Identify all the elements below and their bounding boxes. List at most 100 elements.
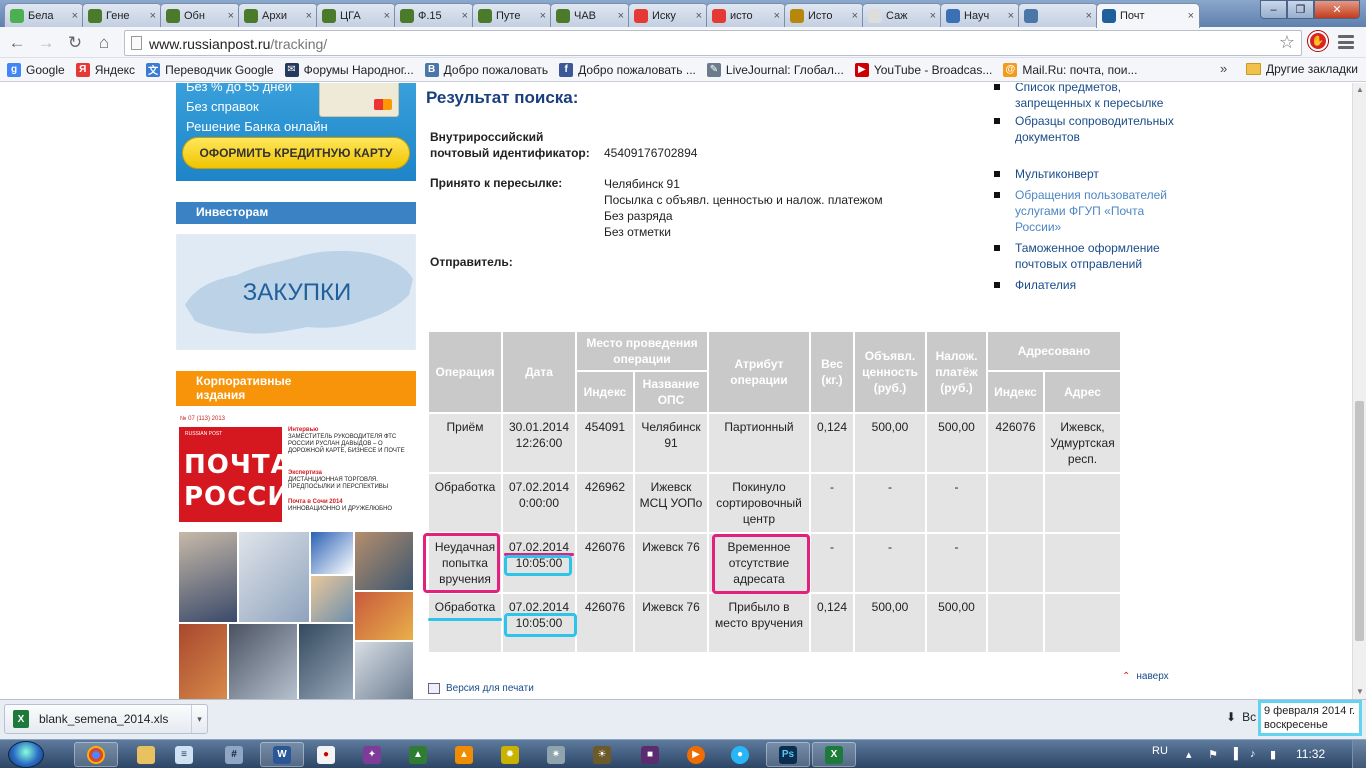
- apply-credit-card-button[interactable]: ОФОРМИТЬ КРЕДИТНУЮ КАРТУ: [182, 137, 410, 169]
- taskbar-excel[interactable]: X: [812, 742, 856, 767]
- back-to-top-link[interactable]: ⌃ наверх: [1122, 671, 1175, 682]
- print-version-link[interactable]: Версия для печати: [428, 683, 534, 694]
- taskbar-calculator[interactable]: #: [212, 742, 256, 767]
- magazine-cover[interactable]: № 07 (113) 2013 RUSSIAN POST ПОЧТА РОССИ…: [176, 413, 416, 699]
- link-multienvelope[interactable]: Мультиконверт: [990, 166, 1180, 182]
- network-icon[interactable]: ▐: [1230, 748, 1238, 760]
- start-button[interactable]: [8, 741, 44, 768]
- bookmark-item[interactable]: B Добро пожаловать: [424, 62, 548, 77]
- link-user-appeals[interactable]: Обращения пользователей услугами ФГУП «П…: [990, 187, 1180, 235]
- link-philately[interactable]: Филателия: [990, 277, 1180, 293]
- address-bar[interactable]: www.russianpost.ru/tracking/ ☆: [124, 30, 1302, 56]
- bookmark-star-icon[interactable]: ☆: [1279, 32, 1295, 53]
- download-item[interactable]: X blank_semena_2014.xls ▾: [4, 704, 208, 734]
- taskbar-chrome[interactable]: [74, 742, 118, 767]
- input-language[interactable]: RU: [1152, 745, 1168, 757]
- bookmark-item[interactable]: Я Яндекс: [75, 62, 135, 77]
- browser-tab[interactable]: Науч ×: [940, 3, 1020, 27]
- browser-tab[interactable]: Бела ×: [4, 3, 84, 27]
- tab-close-icon[interactable]: ×: [462, 10, 468, 22]
- bookmark-item[interactable]: 文 Переводчик Google: [146, 62, 274, 77]
- bookmark-item[interactable]: f Добро пожаловать ...: [559, 62, 696, 77]
- show-desktop-button[interactable]: [1352, 740, 1366, 768]
- taskbar-app-dark[interactable]: ■: [628, 742, 672, 767]
- tab-close-icon[interactable]: ×: [72, 10, 78, 22]
- bookmark-item[interactable]: ✉ Форумы Народног...: [284, 62, 414, 77]
- taskbar-app-yellow[interactable]: ✹: [488, 742, 532, 767]
- browser-tab[interactable]: ×: [1018, 3, 1098, 27]
- tab-close-icon[interactable]: ×: [852, 10, 858, 22]
- browser-tab[interactable]: Исто ×: [784, 3, 864, 27]
- taskbar-app-green[interactable]: ▲: [396, 742, 440, 767]
- taskbar-vlc[interactable]: ▲: [442, 742, 486, 767]
- bookmark-item[interactable]: ▶ YouTube - Broadcas...: [854, 62, 992, 77]
- browser-tab[interactable]: Иску ×: [628, 3, 708, 27]
- scroll-down-icon[interactable]: ▼: [1356, 687, 1364, 696]
- scroll-up-icon[interactable]: ▲: [1356, 85, 1364, 94]
- bookmark-item[interactable]: ✎ LiveJournal: Глобал...: [706, 62, 844, 77]
- investors-link[interactable]: Инвесторам: [176, 202, 416, 224]
- procurement-banner[interactable]: ЗАКУПКИ: [176, 234, 416, 350]
- other-bookmarks-folder[interactable]: Другие закладки: [1246, 62, 1358, 76]
- taskbar-word[interactable]: W: [260, 742, 304, 767]
- adblock-extension-icon[interactable]: ✋: [1308, 31, 1328, 51]
- taskbar-notepad[interactable]: ≡: [162, 742, 206, 767]
- tray-arrow-icon[interactable]: ▴: [1186, 748, 1192, 761]
- browser-tab[interactable]: Гене ×: [82, 3, 162, 27]
- browser-tab[interactable]: исто ×: [706, 3, 786, 27]
- bookmark-item[interactable]: @ Mail.Ru: почта, пои...: [1003, 62, 1137, 77]
- taskbar-app-bug[interactable]: ☀: [580, 742, 624, 767]
- taskbar-app-gray[interactable]: ✷: [534, 742, 578, 767]
- bookmark-item[interactable]: g Google: [7, 62, 65, 77]
- volume-icon[interactable]: ♪: [1250, 748, 1256, 760]
- tab-close-icon[interactable]: ×: [774, 10, 780, 22]
- tab-favicon-icon: [88, 8, 102, 23]
- forward-arrow-icon[interactable]: →: [35, 32, 57, 54]
- tray-flag-icon[interactable]: ⚑: [1208, 748, 1218, 761]
- vertical-scrollbar[interactable]: ▲ ▼: [1352, 83, 1366, 699]
- url-text[interactable]: www.russianpost.ru/tracking/: [149, 36, 327, 52]
- browser-tab[interactable]: Ф.15 ×: [394, 3, 474, 27]
- tab-close-icon[interactable]: ×: [930, 10, 936, 22]
- tab-close-icon[interactable]: ×: [696, 10, 702, 22]
- tab-close-icon[interactable]: ×: [540, 10, 546, 22]
- tab-close-icon[interactable]: ×: [306, 10, 312, 22]
- tab-close-icon[interactable]: ×: [384, 10, 390, 22]
- battery-icon[interactable]: ▮: [1270, 748, 1276, 761]
- close-window-button[interactable]: ✕: [1314, 0, 1360, 19]
- taskbar-app-blue[interactable]: ●: [718, 742, 762, 767]
- tab-close-icon[interactable]: ×: [1188, 10, 1194, 22]
- browser-tab[interactable]: ЧАВ ×: [550, 3, 630, 27]
- minimize-button[interactable]: –: [1260, 0, 1287, 19]
- reload-icon[interactable]: ↻: [64, 32, 86, 54]
- home-icon[interactable]: ⌂: [93, 32, 115, 54]
- credit-card-banner[interactable]: Без % до 55 дней Без справок Решение Бан…: [176, 83, 416, 181]
- taskbar-app-purple[interactable]: ✦: [350, 742, 394, 767]
- link-document-samples[interactable]: Образцы сопроводительных документов: [990, 113, 1180, 145]
- tab-close-icon[interactable]: ×: [228, 10, 234, 22]
- taskbar-app-red[interactable]: ●: [304, 742, 348, 767]
- tab-close-icon[interactable]: ×: [1086, 10, 1092, 22]
- clock[interactable]: 11:32: [1296, 747, 1325, 761]
- tab-close-icon[interactable]: ×: [1008, 10, 1014, 22]
- more-bookmarks-button[interactable]: »: [1220, 61, 1227, 76]
- link-prohibited-items[interactable]: Список предметов, запрещенных к пересылк…: [990, 83, 1180, 111]
- browser-tab[interactable]: Архи ×: [238, 3, 318, 27]
- browser-tab[interactable]: Саж ×: [862, 3, 942, 27]
- browser-tab[interactable]: ЦГА ×: [316, 3, 396, 27]
- chrome-menu-icon[interactable]: [1336, 33, 1356, 51]
- taskbar-photoshop[interactable]: Ps: [766, 742, 810, 767]
- scrollbar-thumb[interactable]: [1355, 401, 1364, 641]
- tab-close-icon[interactable]: ×: [618, 10, 624, 22]
- download-menu-icon[interactable]: ▾: [191, 705, 207, 733]
- browser-tab[interactable]: Обн ×: [160, 3, 240, 27]
- show-all-downloads[interactable]: ⬇ Вс: [1226, 710, 1256, 724]
- taskbar-app-orange[interactable]: ▶: [674, 742, 718, 767]
- back-arrow-icon[interactable]: ←: [6, 32, 28, 54]
- browser-tab[interactable]: Почт ×: [1096, 3, 1200, 28]
- link-customs[interactable]: Таможенное оформление почтовых отправлен…: [990, 240, 1180, 272]
- tab-close-icon[interactable]: ×: [150, 10, 156, 22]
- corporate-publications-link[interactable]: Корпоративные издания: [176, 371, 416, 406]
- browser-tab[interactable]: Путе ×: [472, 3, 552, 27]
- maximize-button[interactable]: ❐: [1287, 0, 1314, 19]
